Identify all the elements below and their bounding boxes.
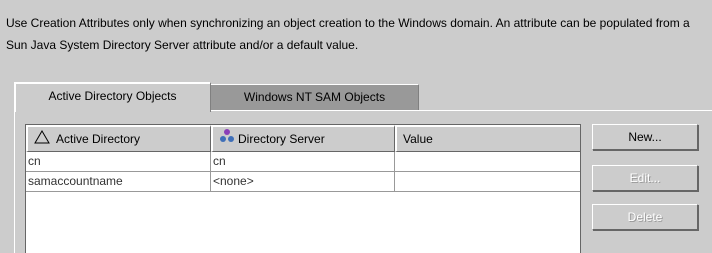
cell-value xyxy=(395,172,580,192)
cell-directory-server: cn xyxy=(211,152,395,172)
delete-button[interactable]: Delete xyxy=(592,204,698,230)
cell-active-directory: cn xyxy=(26,152,211,172)
column-header-value[interactable]: Value xyxy=(395,125,580,152)
tab-strip: Active Directory Objects Windows NT SAM … xyxy=(14,82,434,112)
tab-windows-nt-sam-objects[interactable]: Windows NT SAM Objects xyxy=(210,84,419,110)
new-button[interactable]: New... xyxy=(592,124,698,150)
column-header-label: Directory Server xyxy=(238,132,325,146)
column-header-label: Active Directory xyxy=(56,132,141,146)
column-header-directory-server[interactable]: Directory Server xyxy=(211,125,395,152)
tab-active-directory-objects[interactable]: Active Directory Objects xyxy=(14,82,211,112)
cell-active-directory: samaccountname xyxy=(26,172,211,192)
edit-button[interactable]: Edit... xyxy=(592,165,698,191)
attributes-table[interactable]: Active Directory Directory Server Value … xyxy=(25,124,581,253)
cell-directory-server: <none> xyxy=(211,172,395,192)
column-header-active-directory[interactable]: Active Directory xyxy=(26,125,211,152)
directory-server-group-icon xyxy=(219,128,235,152)
table-row[interactable]: cn cn xyxy=(26,152,580,172)
cell-value xyxy=(395,152,580,172)
table-row[interactable]: samaccountname <none> xyxy=(26,172,580,192)
sort-ascending-icon xyxy=(34,128,50,152)
column-header-label: Value xyxy=(403,132,433,146)
table-header: Active Directory Directory Server Value xyxy=(26,125,580,152)
description-text: Use Creation Attributes only when synchr… xyxy=(6,16,690,52)
